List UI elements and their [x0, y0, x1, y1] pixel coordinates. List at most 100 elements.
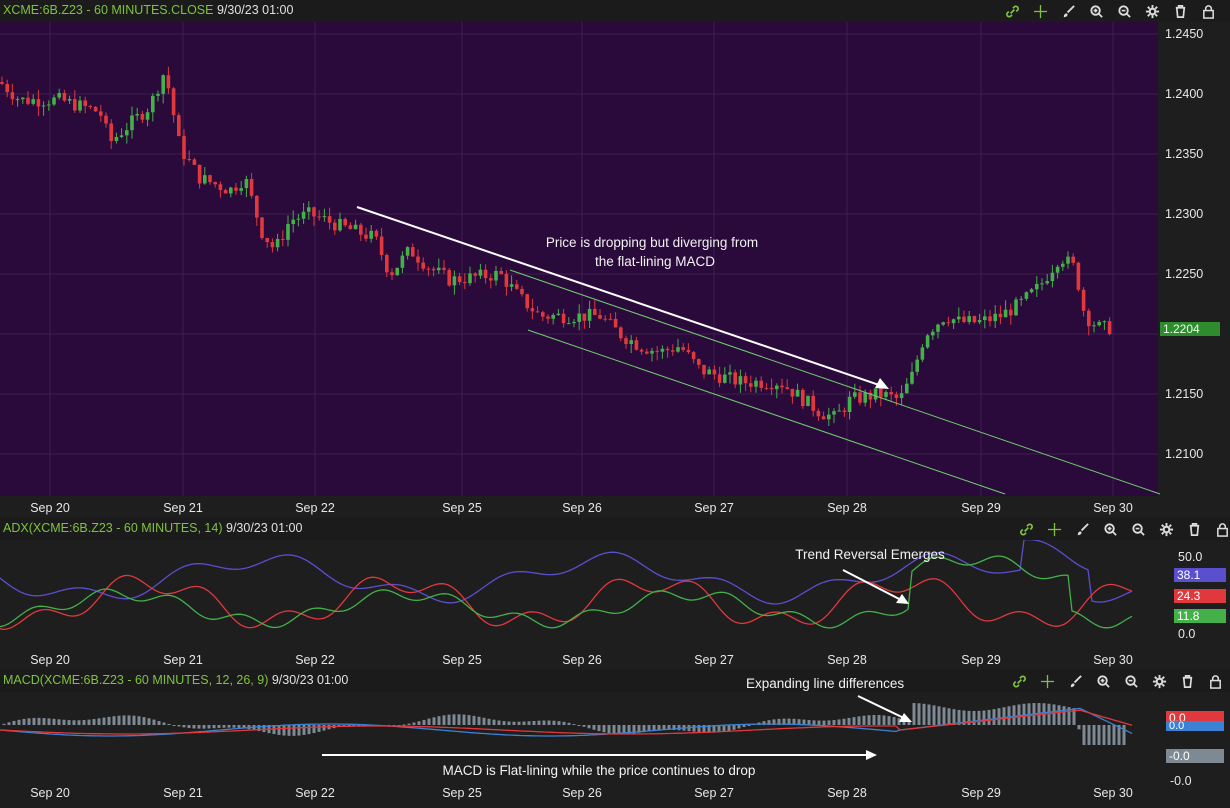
macd-histogram-bar [972, 710, 976, 725]
zoom-out-icon[interactable] [1117, 672, 1145, 690]
trash-icon[interactable] [1173, 672, 1201, 690]
adx-datetime: 9/30/23 01:00 [226, 521, 303, 535]
macd-histogram-bar [502, 721, 506, 725]
candle-body [270, 242, 275, 248]
macd-histogram-bar [32, 717, 36, 725]
macd-histogram-bar [232, 725, 236, 728]
macd-histogram-bar [817, 720, 821, 725]
settings-icon[interactable] [1145, 672, 1173, 690]
candle-body [379, 236, 384, 256]
candle-body [489, 278, 493, 281]
candle-body [660, 348, 665, 352]
xaxis-label-macd: Sep 22 [295, 786, 335, 800]
adx-panel-header: ADX(XCME:6B.Z23 - 60 MINUTES, 14) 9/30/2… [0, 518, 1230, 540]
macd-histogram-bar [917, 703, 921, 725]
adx-value-tag: 38.1 [1174, 568, 1226, 582]
candle-body [754, 380, 758, 387]
macd-histogram-bar [457, 714, 461, 725]
adx-panel-title: ADX(XCME:6B.Z23 - 60 MINUTES, 14) 9/30/2… [3, 521, 302, 535]
candle-body [702, 364, 706, 375]
candle-body [182, 136, 186, 159]
zoom-in-icon[interactable] [1089, 672, 1117, 690]
candle-body [983, 316, 987, 321]
macd-histogram-bar [437, 716, 441, 725]
crosshair-icon[interactable] [1033, 672, 1061, 690]
macd-histogram-bar [1062, 706, 1066, 725]
zoom-out-icon[interactable] [1124, 520, 1152, 538]
candle-body [572, 321, 576, 324]
candle-body [920, 347, 925, 360]
macd-histogram-bar [1007, 706, 1011, 725]
candle-body [21, 97, 25, 100]
candle-body [374, 230, 379, 237]
macd-histogram-bar [952, 709, 956, 725]
price-annotation-line2: the flat-lining MACD [595, 254, 715, 269]
candle-body [119, 135, 124, 137]
xaxis-label-macd: Sep 21 [163, 786, 203, 800]
candle-body [931, 331, 935, 336]
link-icon[interactable] [1005, 672, 1033, 690]
candle-body [941, 322, 945, 325]
macd-histogram-bar [202, 725, 206, 729]
price-ytick-label: 1.2300 [1165, 207, 1203, 221]
candle-body [899, 393, 904, 399]
trash-icon[interactable] [1166, 2, 1194, 20]
macd-histogram-bar [447, 714, 451, 725]
settings-icon[interactable] [1138, 2, 1166, 20]
brush-icon[interactable] [1054, 2, 1082, 20]
crosshair-icon[interactable] [1026, 2, 1054, 20]
zoom-in-icon[interactable] [1096, 520, 1124, 538]
macd-histogram-bar [932, 705, 936, 725]
settings-icon[interactable] [1152, 520, 1180, 538]
candle-body [821, 416, 826, 420]
adx-annotation: Trend Reversal Emerges [795, 547, 945, 562]
zoom-out-icon[interactable] [1110, 2, 1138, 20]
macd-histogram-bar [537, 720, 541, 725]
candle-body [733, 372, 737, 385]
candle-body [691, 352, 696, 360]
link-icon[interactable] [998, 2, 1026, 20]
macd-histogram-bar [322, 725, 326, 731]
xaxis-label-adx: Sep 30 [1093, 653, 1133, 667]
trash-icon[interactable] [1180, 520, 1208, 538]
lock-icon[interactable] [1194, 2, 1222, 20]
candle-body [879, 388, 883, 397]
candle-body [624, 338, 628, 344]
brush-icon[interactable] [1068, 520, 1096, 538]
macd-histogram-bar [877, 715, 881, 725]
candle-body [192, 159, 197, 165]
macd-histogram-bar [557, 721, 561, 725]
xaxis-label-price: Sep 20 [30, 501, 70, 515]
candle-body [5, 83, 9, 93]
price-ytick-label: 1.2400 [1165, 87, 1203, 101]
lock-icon[interactable] [1208, 520, 1230, 538]
macd-histogram-bar [147, 718, 151, 725]
brush-icon[interactable] [1061, 672, 1089, 690]
candle-body [541, 312, 545, 317]
macd-histogram-bar [222, 725, 226, 728]
macd-histogram-bar [1077, 725, 1081, 730]
candle-body [265, 238, 269, 243]
lock-icon[interactable] [1201, 672, 1229, 690]
macd-histogram-bar [407, 723, 411, 725]
macd-histogram-bar [747, 725, 751, 726]
candle-body [478, 269, 483, 276]
price-chart[interactable]: Price is dropping but diverging from the… [0, 22, 1230, 516]
candle-body [551, 315, 555, 319]
adx-chart[interactable]: Trend Reversal Emerges 50.0 0.0 Sep 20 Se… [0, 540, 1230, 668]
link-icon[interactable] [1012, 520, 1040, 538]
candle-body [619, 327, 623, 339]
macd-histogram-bar [477, 716, 481, 725]
macd-histogram-bar [1122, 725, 1126, 745]
macd-chart[interactable]: Expanding line differences MACD is Flat-… [0, 692, 1230, 808]
macd-histogram-bar [1102, 725, 1106, 745]
candle-body [655, 350, 659, 352]
zoom-in-icon[interactable] [1082, 2, 1110, 20]
candle-body [894, 394, 899, 399]
candle-body [707, 369, 711, 375]
candle-body [421, 262, 425, 269]
candle-body [863, 392, 867, 403]
candle-body [686, 349, 691, 353]
macd-histogram-bar [507, 721, 511, 725]
crosshair-icon[interactable] [1040, 520, 1068, 538]
